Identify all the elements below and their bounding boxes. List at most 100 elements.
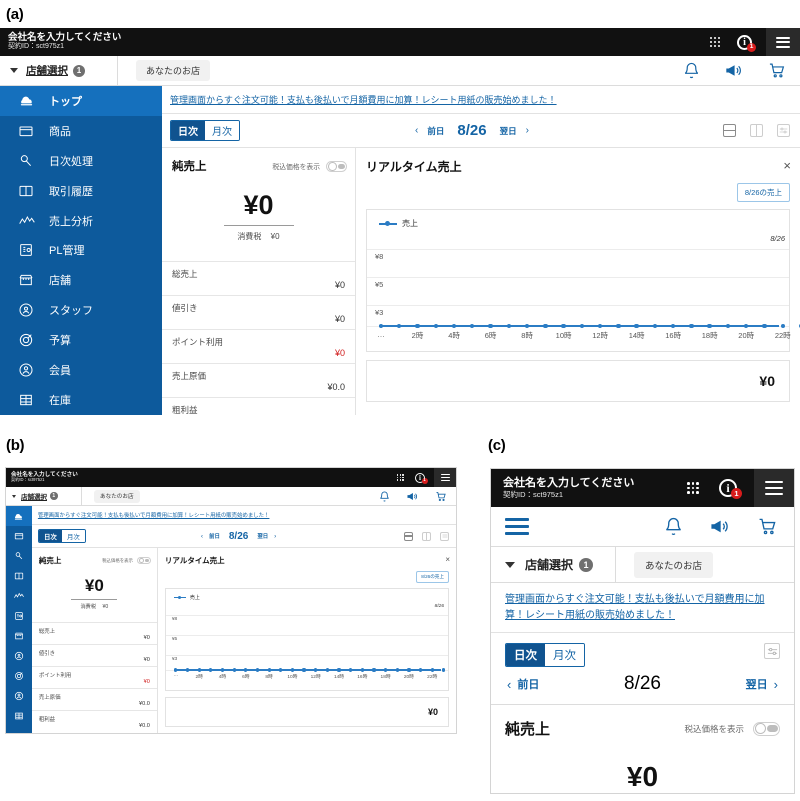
member-icon	[14, 691, 24, 701]
sidebar-item-pl[interactable]: PL管理	[0, 236, 162, 266]
split-horizontal-icon[interactable]	[723, 124, 736, 137]
sidebar-item-daily[interactable]	[6, 546, 32, 566]
megaphone-icon[interactable]	[406, 491, 419, 502]
menu-icon[interactable]	[505, 518, 529, 535]
megaphone-icon[interactable]	[724, 62, 744, 79]
prev-day-arrow[interactable]: ‹	[201, 533, 203, 540]
row-value: ¥0.0	[327, 382, 345, 392]
promo-notice-link[interactable]: 管理画面からすぐ注文可能！支払も後払いで月額費用に加算！レシート用紙の販売始めま…	[491, 583, 794, 633]
sidebar-item-member[interactable]	[6, 686, 32, 706]
store-count-badge: 1	[50, 492, 58, 500]
sidebar-item-history[interactable]	[6, 566, 32, 586]
sidebar-item-products[interactable]: 商品	[0, 116, 162, 146]
prev-day-label[interactable]: 前日	[427, 125, 444, 137]
store-select[interactable]: 店舗選択 1	[0, 56, 118, 85]
series-point	[360, 668, 364, 672]
sidebar-item-budget[interactable]: 予算	[0, 325, 162, 355]
sidebar-item-budget[interactable]	[6, 666, 32, 686]
store-select[interactable]: 店舗選択 1	[6, 487, 82, 505]
day-sales-button[interactable]: 8/26の売上	[416, 571, 449, 583]
split-horizontal-icon[interactable]	[404, 531, 413, 541]
sidebar-item-store[interactable]: 店舗	[0, 265, 162, 295]
next-day-arrow[interactable]: ›	[526, 125, 529, 136]
store-chip[interactable]: あなたのお店	[136, 60, 211, 81]
cart-icon[interactable]	[757, 517, 778, 536]
next-day-arrow[interactable]: ›	[774, 677, 778, 692]
prev-day-arrow[interactable]: ‹	[507, 677, 511, 692]
net-sales-header: 純売上 税込価格を表示	[491, 705, 794, 739]
series-point	[267, 668, 271, 672]
apps-grid-icon[interactable]	[710, 36, 721, 48]
close-icon[interactable]: ×	[439, 555, 456, 564]
zigzag-chart-icon	[19, 215, 35, 224]
next-day-label[interactable]: 翌日	[257, 532, 268, 540]
detail-settings-icon[interactable]	[764, 643, 780, 659]
prev-day-label[interactable]: 前日	[209, 532, 220, 540]
series-point	[174, 668, 178, 672]
store-chip[interactable]: あなたのお店	[94, 489, 140, 503]
row-value: ¥0	[143, 679, 150, 685]
hamburger-icon[interactable]	[776, 36, 790, 48]
sidebar-item-analysis[interactable]: 売上分析	[0, 206, 162, 236]
promo-notice-link[interactable]: 管理画面からすぐ注文可能！支払も後払いで月額費用に加算！レシート用紙の販売始めま…	[31, 506, 456, 525]
sidebar-item-pl[interactable]	[6, 606, 32, 626]
info-icon[interactable]: i 1	[737, 34, 756, 52]
chart-plot: 8/26 ¥8 ¥5 ¥3 … 2時 4時 6時 8時 10時 12時 14時 16時 18時 20…	[367, 231, 800, 341]
tab-daily[interactable]: 日次	[171, 121, 205, 140]
sidebar-item-analysis[interactable]	[6, 586, 32, 606]
bell-icon[interactable]	[664, 517, 683, 536]
day-sales-button[interactable]: 8/26の売上	[736, 183, 790, 202]
next-day-arrow[interactable]: ›	[274, 533, 276, 540]
store-select[interactable]: 店舗選択 1	[491, 547, 616, 582]
store-chip[interactable]: あなたのお店	[634, 551, 714, 578]
sidebar-item-products[interactable]	[6, 526, 32, 546]
tab-monthly[interactable]: 月次	[61, 530, 85, 542]
store-select-label: 店舗選択	[21, 494, 47, 501]
sidebar-item-history[interactable]: 取引履歴	[0, 176, 162, 206]
bell-icon[interactable]	[379, 491, 390, 502]
sidebar-item-top[interactable]: トップ	[0, 86, 162, 116]
cart-icon[interactable]	[435, 491, 447, 502]
hamburger-icon[interactable]	[440, 474, 450, 481]
next-day-label[interactable]: 翌日	[500, 125, 517, 137]
split-vertical-icon[interactable]	[422, 531, 431, 541]
tab-daily[interactable]: 日次	[506, 644, 545, 666]
tab-monthly[interactable]: 月次	[205, 121, 239, 140]
sidebar-item-inventory[interactable]	[6, 706, 32, 726]
bell-icon[interactable]	[683, 62, 700, 79]
tax-display-toggle[interactable]	[753, 721, 780, 736]
sidebar-item-member[interactable]: 会員	[0, 355, 162, 385]
detail-settings-icon[interactable]	[440, 531, 449, 541]
promo-notice-link[interactable]: 管理画面からすぐ注文可能！支払も後払いで月額費用に加算！レシート用紙の販売始めま…	[162, 86, 800, 114]
apps-grid-icon[interactable]	[397, 474, 404, 481]
next-day-label[interactable]: 翌日	[746, 676, 768, 692]
sidebar-item-inventory[interactable]: 在庫	[0, 385, 162, 415]
sidebar-item-store[interactable]	[6, 626, 32, 646]
cart-icon[interactable]	[768, 62, 786, 79]
tab-daily[interactable]: 日次	[38, 530, 62, 542]
x-tick-label: 4時	[218, 675, 227, 680]
hamburger-icon[interactable]	[765, 481, 783, 495]
detail-settings-icon[interactable]	[777, 124, 790, 137]
info-icon[interactable]: i 1	[719, 479, 742, 499]
split-vertical-icon[interactable]	[750, 124, 763, 137]
tab-monthly[interactable]: 月次	[545, 644, 584, 666]
info-icon[interactable]: i 1	[415, 472, 428, 484]
apps-grid-icon[interactable]	[687, 482, 700, 495]
tax-display-toggle[interactable]	[136, 557, 151, 564]
prev-day-label[interactable]: 前日	[517, 676, 539, 692]
shop-icon	[14, 632, 24, 640]
x-tick-label: …	[173, 673, 179, 678]
sidebar-item-label: PL管理	[49, 245, 85, 258]
tax-display-toggle[interactable]	[326, 160, 347, 172]
prev-day-arrow[interactable]: ‹	[415, 125, 418, 136]
sidebar-item-staff[interactable]	[6, 646, 32, 666]
sidebar-item-daily[interactable]: 日次処理	[0, 146, 162, 176]
sidebar-item-top[interactable]	[6, 506, 32, 526]
series-point	[780, 323, 785, 329]
close-icon[interactable]: ×	[774, 158, 800, 173]
dashboard-body: 純売上 税込価格を表示 ¥0 消費税 ¥0 総売上 ¥0 値引き ¥0 ポイント…	[162, 148, 800, 415]
sidebar-item-staff[interactable]: スタッフ	[0, 295, 162, 325]
x-tick-label: 16時	[357, 675, 368, 680]
megaphone-icon[interactable]	[709, 517, 731, 536]
